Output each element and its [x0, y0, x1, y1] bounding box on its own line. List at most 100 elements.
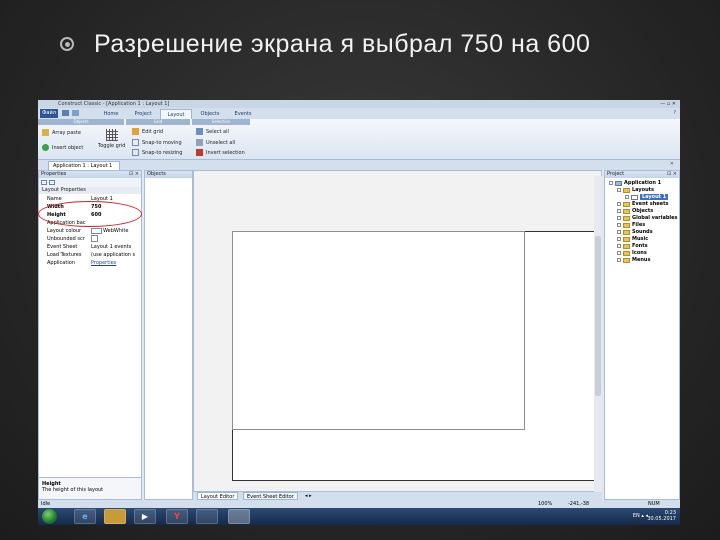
- media-player-icon[interactable]: ▶: [134, 509, 156, 524]
- expander-icon[interactable]: [617, 258, 621, 262]
- cursor-coords: -241,-38: [568, 501, 590, 507]
- vertical-scrollbar[interactable]: [594, 176, 602, 492]
- ie-icon[interactable]: e: [74, 509, 96, 524]
- zoom-level: 100%: [538, 501, 553, 507]
- clock[interactable]: 0:23 30.05.2017: [647, 510, 676, 522]
- select-all-button[interactable]: Select all: [196, 128, 229, 135]
- invert-selection-button[interactable]: Invert selection: [196, 149, 245, 156]
- unselect-all-icon: [196, 139, 203, 146]
- tree-item[interactable]: Icons: [617, 250, 647, 256]
- colour-swatch: [91, 227, 102, 234]
- expander-icon[interactable]: [617, 237, 621, 241]
- folder-icon: [623, 187, 630, 193]
- checkbox-icon: [132, 149, 139, 156]
- insert-object-icon: [42, 144, 49, 151]
- tree-item[interactable]: Files: [617, 222, 645, 228]
- folder-icon: [623, 257, 630, 263]
- invert-selection-icon: [196, 149, 203, 156]
- project-panel: Project ⊡ × Application 1 Layouts Layout…: [604, 170, 680, 500]
- status-bar: Idle 100% -241,-38 NUM: [38, 500, 680, 508]
- yandex-icon[interactable]: Y: [166, 509, 188, 524]
- tree-item[interactable]: Event sheets: [617, 201, 668, 207]
- tray-icons[interactable]: EN ▴ ◂: [633, 513, 648, 519]
- prop-row[interactable]: Load Textures (use application s: [39, 251, 141, 259]
- tree-layout-1[interactable]: Layout 1: [625, 194, 669, 200]
- insert-object-button[interactable]: Insert object: [42, 144, 83, 151]
- expander-icon[interactable]: [617, 223, 621, 227]
- tab-project[interactable]: Project: [128, 109, 158, 119]
- tab-layout-editor[interactable]: Layout Editor: [197, 492, 239, 500]
- snap-moving-checkbox[interactable]: Snap-to moving: [132, 139, 182, 146]
- quick-access-icon[interactable]: [72, 110, 79, 116]
- checkbox-icon: [132, 139, 139, 146]
- properties-header: Properties: [39, 171, 141, 178]
- tree-root[interactable]: Application 1: [609, 180, 661, 186]
- checkbox-icon[interactable]: [91, 235, 98, 242]
- highlight-annotation: [38, 201, 142, 227]
- prop-row-unbounded[interactable]: Unbounded scr: [39, 235, 141, 243]
- expander-icon[interactable]: [609, 181, 613, 185]
- expander-icon[interactable]: [617, 230, 621, 234]
- snap-resizing-checkbox[interactable]: Snap-to resizing: [132, 149, 182, 156]
- group-grid-header: Grid: [126, 119, 190, 125]
- tree-item[interactable]: Menus: [617, 257, 650, 263]
- folder-icon: [623, 222, 630, 228]
- sort-az-icon[interactable]: [49, 180, 55, 185]
- tab-layout[interactable]: Layout: [160, 109, 192, 119]
- expander-icon[interactable]: [617, 209, 621, 213]
- select-all-icon: [196, 128, 203, 135]
- folder-icon: [623, 201, 630, 207]
- pin-icon[interactable]: ⊡ ×: [129, 171, 139, 178]
- prop-row[interactable]: Application Properties: [39, 259, 141, 267]
- pin-icon[interactable]: ⊡ ×: [667, 171, 677, 178]
- app-icon[interactable]: [196, 509, 218, 524]
- expander-icon[interactable]: [617, 251, 621, 255]
- window-controls[interactable]: — ▫ ✕: [660, 101, 676, 107]
- taskbar: e ▶ Y EN ▴ ◂ 0:23 30.05.2017: [38, 508, 680, 525]
- folder-icon: [623, 236, 630, 242]
- toggle-grid-button[interactable]: Toggle grid: [98, 129, 125, 149]
- start-button[interactable]: [42, 509, 57, 524]
- expander-icon[interactable]: [617, 188, 621, 192]
- categorized-icon[interactable]: [41, 180, 47, 185]
- layout-editor-canvas[interactable]: [193, 170, 602, 492]
- tree-item[interactable]: Music: [617, 236, 648, 242]
- save-icon[interactable]: [62, 110, 69, 116]
- document-tab[interactable]: Application 1 : Layout 1: [48, 161, 120, 170]
- construct-icon[interactable]: [228, 509, 250, 524]
- scrollbar-thumb[interactable]: [595, 236, 601, 396]
- prop-row-layout-colour[interactable]: Layout colour WebWhite: [39, 227, 141, 235]
- tree-item[interactable]: Objects: [617, 208, 653, 214]
- tab-event-sheet-editor[interactable]: Event Sheet Editor: [243, 492, 298, 500]
- tree-item[interactable]: Global variables: [617, 215, 678, 221]
- expander-icon[interactable]: [617, 244, 621, 248]
- array-paste-button[interactable]: Array paste: [42, 129, 81, 136]
- explorer-icon[interactable]: [104, 509, 126, 524]
- property-description: Height The height of this layout: [39, 477, 141, 499]
- expander-icon[interactable]: [625, 195, 629, 199]
- expander-icon[interactable]: [617, 216, 621, 220]
- tree-item[interactable]: Fonts: [617, 243, 648, 249]
- help-icon[interactable]: ?: [673, 110, 676, 116]
- prop-row[interactable]: Event Sheet Layout 1 events: [39, 243, 141, 251]
- ribbon-tabbar: Файл Home Project Layout Objects Events …: [38, 108, 680, 119]
- unselect-all-button[interactable]: Unselect all: [196, 139, 235, 146]
- tab-scroll-arrows[interactable]: ◂ ▸: [305, 492, 312, 500]
- expander-icon[interactable]: [617, 202, 621, 206]
- document-tabbar: Application 1 : Layout 1 ✕: [38, 160, 680, 170]
- tab-objects[interactable]: Objects: [194, 109, 226, 119]
- file-menu-button[interactable]: Файл: [40, 109, 58, 118]
- folder-icon: [623, 229, 630, 235]
- window-titlebar: Construct Classic - [Application 1 : Lay…: [38, 100, 680, 108]
- tree-item[interactable]: Sounds: [617, 229, 653, 235]
- tab-home[interactable]: Home: [96, 109, 126, 119]
- properties-link[interactable]: Properties: [91, 259, 141, 267]
- tree-layouts[interactable]: Layouts: [617, 187, 654, 193]
- edit-grid-button[interactable]: Edit grid: [132, 128, 163, 135]
- tab-events[interactable]: Events: [228, 109, 258, 119]
- grid-icon: [105, 129, 118, 141]
- group-selection-header: Selection: [192, 119, 250, 125]
- screenshot: Construct Classic - [Application 1 : Lay…: [38, 100, 680, 525]
- objects-header: Objects: [145, 171, 192, 178]
- close-icon[interactable]: ✕: [670, 161, 674, 167]
